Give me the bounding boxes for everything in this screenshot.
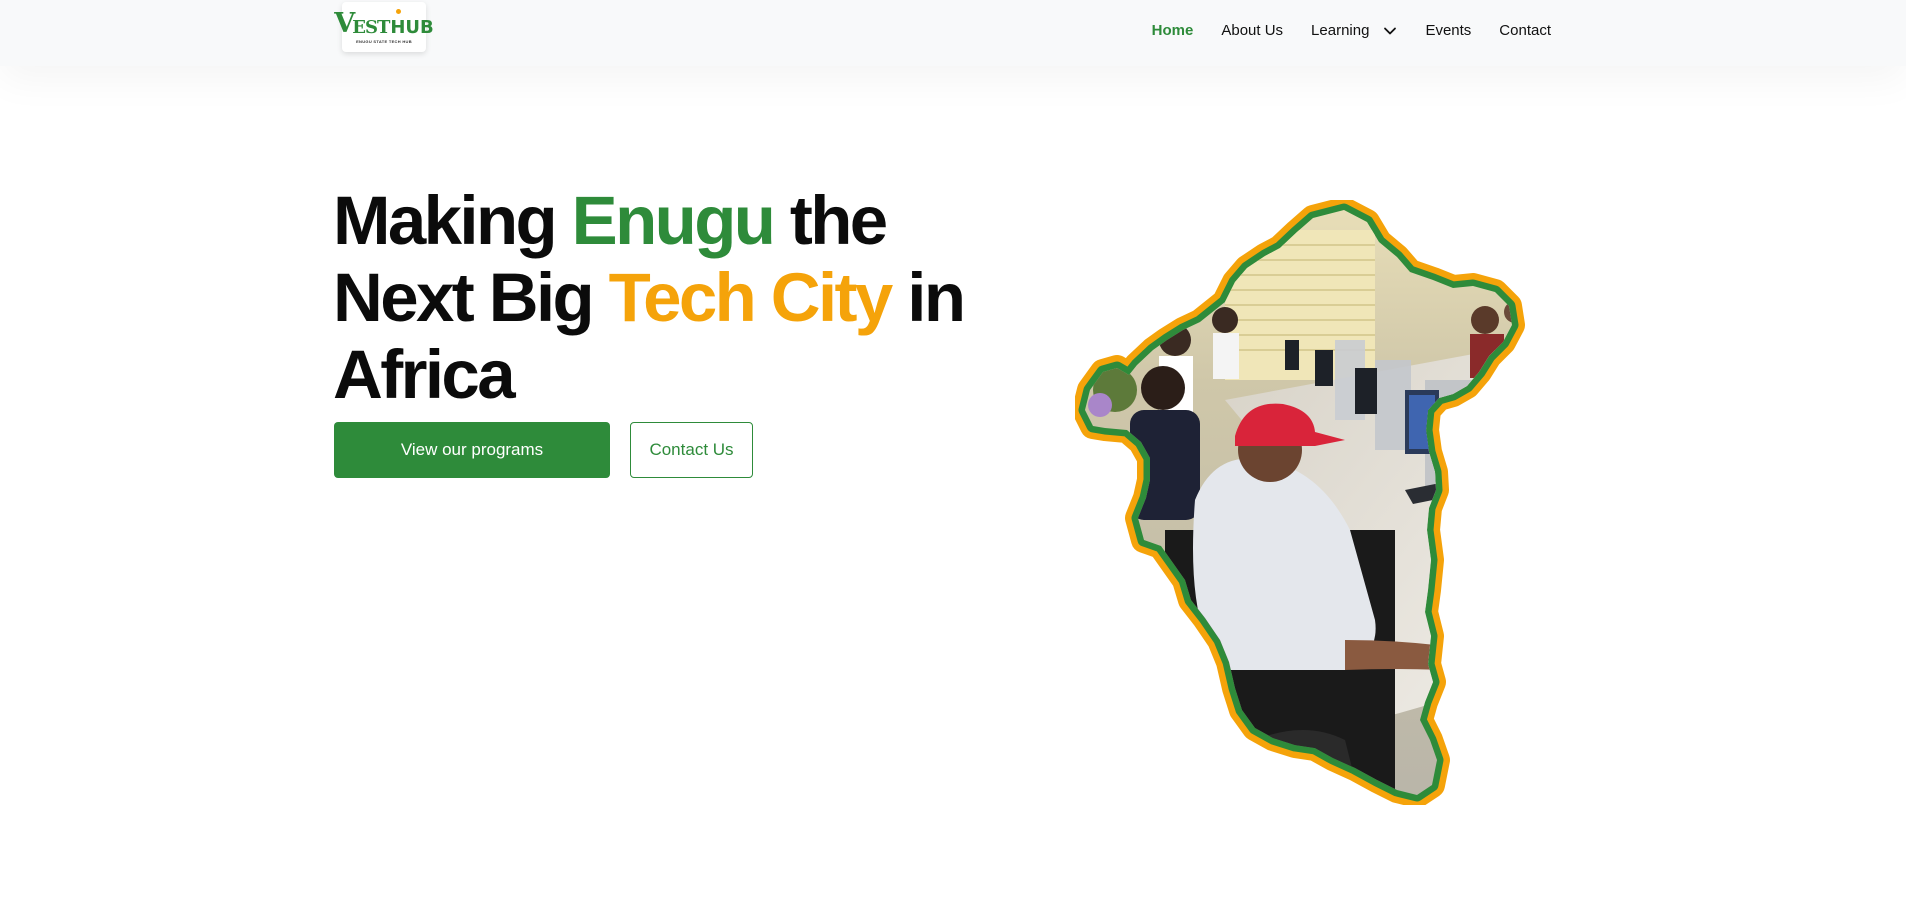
logo-link[interactable]: V EST HUB ENUGU STATE TECH HUB (334, 2, 434, 52)
nav-learning[interactable]: Learning (1311, 22, 1397, 39)
logo-mark-est: EST (352, 17, 390, 38)
logo-mark-v: V (334, 8, 355, 39)
main-nav: Home About Us Learning Events Contact (1124, 22, 1551, 39)
hero-title: Making Enugu the Next Big Tech City in A… (333, 182, 993, 413)
enugu-map-photo-icon (1075, 200, 1575, 805)
logo-mark: V EST HUB (334, 10, 433, 37)
hero-map-image (1075, 200, 1575, 805)
nav-home[interactable]: Home (1152, 22, 1194, 39)
logo-mark-hub: HUB (390, 17, 434, 38)
contact-us-button[interactable]: Contact Us (630, 422, 753, 478)
hero-title-highlight-tech-city: Tech City (608, 259, 894, 336)
hero-title-highlight-enugu: Enugu (571, 182, 776, 259)
logo-dot-icon (396, 9, 401, 14)
hero-title-part-1: Making (333, 182, 572, 259)
nav-events[interactable]: Events (1425, 22, 1471, 39)
site-header: V EST HUB ENUGU STATE TECH HUB Home Abou… (0, 0, 1906, 66)
view-programs-button[interactable]: View our programs (334, 422, 610, 478)
nav-learning-label: Learning (1311, 22, 1370, 39)
chevron-down-icon[interactable] (1383, 24, 1397, 38)
nav-about-us[interactable]: About Us (1221, 22, 1283, 39)
nav-contact[interactable]: Contact (1499, 22, 1551, 39)
logo-tagline: ENUGU STATE TECH HUB (356, 39, 412, 44)
